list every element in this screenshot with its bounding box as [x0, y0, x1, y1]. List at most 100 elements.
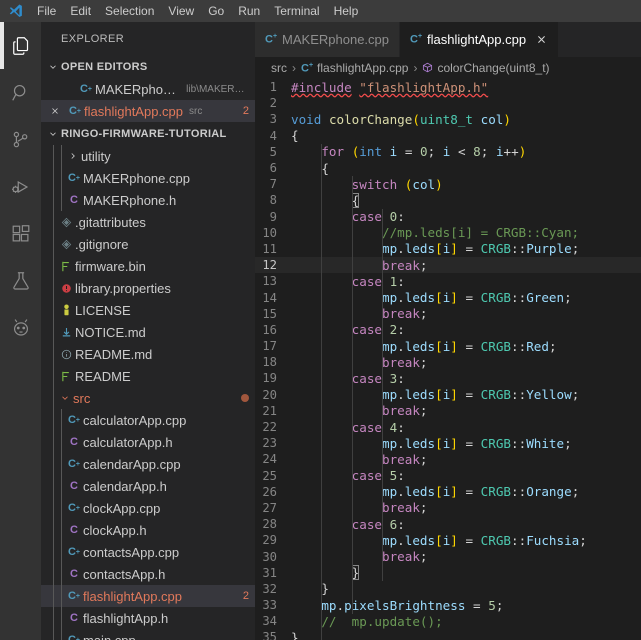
code-line[interactable]: 15 break; [255, 306, 641, 322]
tree-row-firmware-bin[interactable]: firmware.bin [41, 255, 255, 277]
code-line[interactable]: 17 mp.leds[i] = CRGB::Red; [255, 338, 641, 354]
line-content[interactable]: #include "flashlightApp.h" [291, 80, 641, 95]
breadcrumb-item-src[interactable]: src [271, 61, 287, 75]
code-line[interactable]: 16 case 2: [255, 322, 641, 338]
activitybar-item-search[interactable] [0, 69, 41, 116]
code-line[interactable]: 8 { [255, 192, 641, 208]
line-content[interactable]: case 5: [291, 468, 641, 483]
line-content[interactable]: break; [291, 306, 641, 321]
line-content[interactable]: { [291, 128, 641, 143]
menu-file[interactable]: File [30, 0, 63, 22]
line-content[interactable]: break; [291, 452, 641, 467]
tree-row-flashlightapp-cpp[interactable]: C + flashlightApp.cpp 2 [41, 585, 255, 607]
line-content[interactable]: void colorChange(uint8_t col) [291, 112, 641, 127]
chevron-right-icon[interactable] [65, 145, 81, 167]
tree-row-contactsapp-cpp[interactable]: C + contactsApp.cpp [41, 541, 255, 563]
line-content[interactable]: mp.leds[i] = CRGB::White; [291, 436, 641, 451]
tree-row-clockapp-cpp[interactable]: C + clockApp.cpp [41, 497, 255, 519]
menu-view[interactable]: View [161, 0, 201, 22]
line-content[interactable]: // mp.update(); [291, 614, 641, 629]
code-line[interactable]: 33 mp.pixelsBrightness = 5; [255, 597, 641, 613]
line-content[interactable]: mp.leds[i] = CRGB::Red; [291, 339, 641, 354]
activitybar-item-testing[interactable] [0, 257, 41, 304]
line-content[interactable]: mp.leds[i] = CRGB::Fuchsia; [291, 533, 641, 548]
line-content[interactable]: } [291, 581, 641, 596]
line-content[interactable]: break; [291, 355, 641, 370]
line-content[interactable]: { [291, 192, 641, 208]
line-content[interactable]: mp.leds[i] = CRGB::Green; [291, 290, 641, 305]
chevron-down-icon[interactable] [57, 387, 73, 409]
tree-row-makerphone-h[interactable]: C MAKERphone.h [41, 189, 255, 211]
tree-row-calendarapp-cpp[interactable]: C + calendarApp.cpp [41, 453, 255, 475]
code-line[interactable]: 19 case 3: [255, 370, 641, 386]
code-line[interactable]: 3 void colorChange(uint8_t col) [255, 111, 641, 127]
menu-selection[interactable]: Selection [98, 0, 161, 22]
code-line[interactable]: 32 } [255, 581, 641, 597]
code-line[interactable]: 34 // mp.update(); [255, 613, 641, 629]
tree-row-calculatorapp-cpp[interactable]: C + calculatorApp.cpp [41, 409, 255, 431]
code-line[interactable]: 2 [255, 95, 641, 111]
tree-row--gitignore[interactable]: .gitignore [41, 233, 255, 255]
code-line[interactable]: 5 for (int i = 0; i < 8; i++) [255, 144, 641, 160]
activitybar-item-source-control[interactable] [0, 116, 41, 163]
menu-terminal[interactable]: Terminal [267, 0, 326, 22]
code-line[interactable]: 10 //mp.leds[i] = CRGB::Cyan; [255, 225, 641, 241]
line-content[interactable]: } [291, 630, 641, 640]
tree-row-flashlightapp-h[interactable]: CflashlightApp.h [41, 607, 255, 629]
code-line[interactable]: 30 break; [255, 548, 641, 564]
line-content[interactable]: } [291, 565, 641, 581]
tab-flashlightapp-cpp[interactable]: C+ flashlightApp.cpp [400, 22, 560, 57]
tree-row--gitattributes[interactable]: .gitattributes [41, 211, 255, 233]
tree-row-license[interactable]: LICENSE [41, 299, 255, 321]
activitybar-item-extensions[interactable] [0, 210, 41, 257]
code-line[interactable]: 26 mp.leds[i] = CRGB::Orange; [255, 484, 641, 500]
menu-go[interactable]: Go [201, 0, 231, 22]
close-icon[interactable] [47, 106, 63, 116]
code-line[interactable]: 4{ [255, 128, 641, 144]
tree-row-main-cpp[interactable]: C + main.cpp [41, 629, 255, 640]
code-line[interactable]: 35} [255, 629, 641, 640]
code-line[interactable]: 28 case 6: [255, 516, 641, 532]
tree-row-calendarapp-h[interactable]: CcalendarApp.h [41, 475, 255, 497]
tree-row-makerphone-cpp[interactable]: C + MAKERphone.cpp [41, 167, 255, 189]
code-line[interactable]: 21 break; [255, 403, 641, 419]
line-content[interactable]: mp.leds[i] = CRGB::Yellow; [291, 387, 641, 402]
tab-makerphone-cpp[interactable]: C+ MAKERphone.cpp [255, 22, 400, 57]
menu-help[interactable]: Help [327, 0, 366, 22]
menu-edit[interactable]: Edit [63, 0, 98, 22]
line-content[interactable]: break; [291, 258, 641, 273]
line-content[interactable]: break; [291, 549, 641, 564]
line-content[interactable]: for (int i = 0; i < 8; i++) [291, 144, 641, 159]
tree-row-readme-md[interactable]: README.md [41, 343, 255, 365]
tree-row-src[interactable]: src [41, 387, 255, 409]
line-content[interactable]: mp.leds[i] = CRGB::Orange; [291, 484, 641, 499]
line-content[interactable]: mp.leds[i] = CRGB::Purple; [291, 241, 641, 256]
line-content[interactable]: case 6: [291, 517, 641, 532]
tree-row-readme[interactable]: README [41, 365, 255, 387]
line-content[interactable]: break; [291, 500, 641, 515]
section-project-root[interactable]: RINGO-FIRMWARE-TUTORIAL [41, 123, 255, 145]
line-content[interactable]: mp.pixelsBrightness = 5; [291, 598, 641, 613]
tree-row-library-properties[interactable]: library.properties [41, 277, 255, 299]
tree-row-contactsapp-h[interactable]: CcontactsApp.h [41, 563, 255, 585]
code-line[interactable]: 27 break; [255, 500, 641, 516]
line-content[interactable]: switch (col) [291, 177, 641, 192]
code-line[interactable]: 31 } [255, 565, 641, 581]
activitybar-item-run-and-debug[interactable] [0, 163, 41, 210]
line-content[interactable]: case 2: [291, 322, 641, 337]
code-line[interactable]: 12 break; [255, 257, 641, 274]
close-icon[interactable] [534, 33, 548, 47]
line-content[interactable]: case 3: [291, 371, 641, 386]
code-line[interactable]: 9 case 0: [255, 209, 641, 225]
line-content[interactable]: case 1: [291, 274, 641, 289]
activitybar-item-explorer[interactable] [0, 22, 41, 69]
tree-row-calculatorapp-h[interactable]: CcalculatorApp.h [41, 431, 255, 453]
activitybar-item-platformio[interactable] [0, 304, 41, 351]
code-line[interactable]: 23 mp.leds[i] = CRGB::White; [255, 435, 641, 451]
open-editor-row-makerphone[interactable]: C+ MAKERphone.cpp lib\MAKERphon... [41, 78, 255, 100]
code-line[interactable]: 7 switch (col) [255, 176, 641, 192]
code-line[interactable]: 1 #include "flashlightApp.h" [255, 79, 641, 95]
menu-run[interactable]: Run [231, 0, 267, 22]
code-area[interactable]: 1 #include "flashlightApp.h" 2 3 void colorC… [255, 79, 641, 640]
line-content[interactable]: { [291, 161, 641, 176]
